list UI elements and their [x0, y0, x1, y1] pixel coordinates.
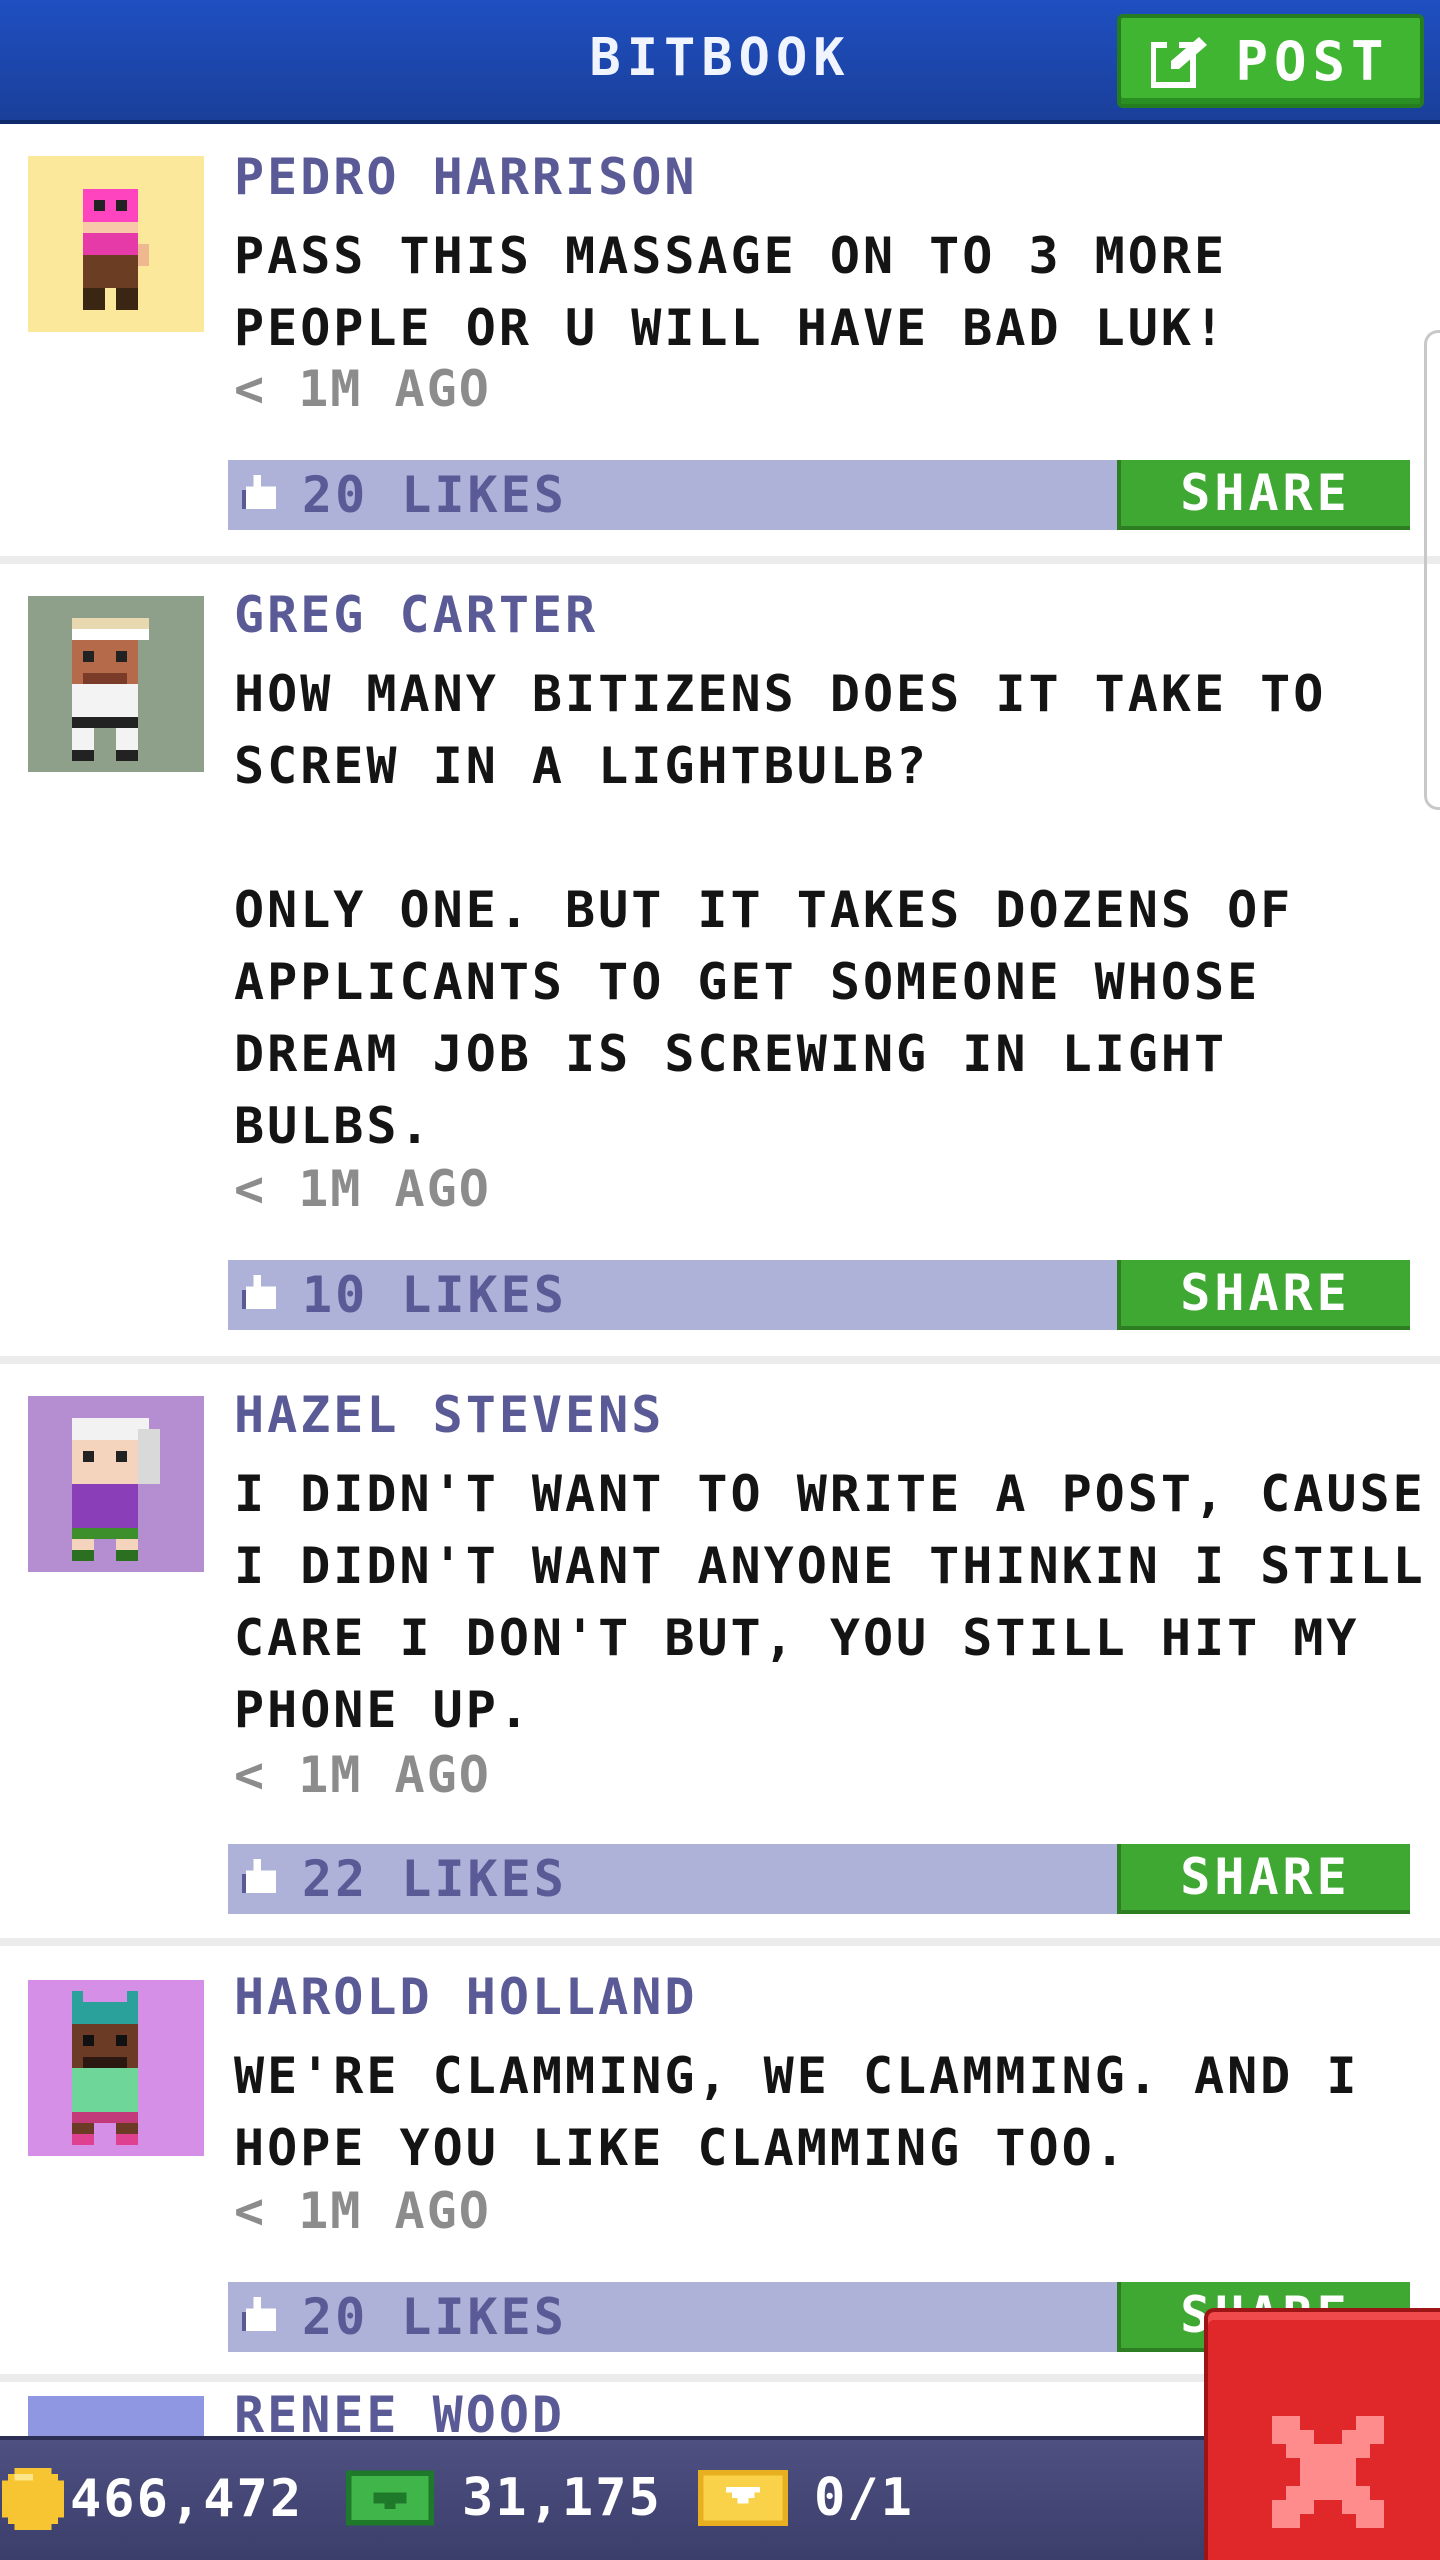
avatar-harold-icon: [72, 1991, 138, 2145]
bux-stat: 31,175: [346, 2468, 662, 2528]
tickets-value: 0/1: [814, 2468, 914, 2528]
likes-count: 20 LIKES: [302, 2288, 567, 2346]
scroll-indicator[interactable]: [1424, 330, 1440, 810]
avatar-greg-icon: [72, 618, 149, 761]
compose-icon: [1151, 37, 1208, 88]
post-text: HOW MANY BITIZENS DOES IT TAKE TO SCREW …: [234, 665, 1327, 1155]
ticket-icon: [698, 2469, 788, 2527]
avatar[interactable]: [28, 1396, 204, 1572]
post-time: < 1M AGO: [234, 2182, 491, 2240]
feed-post: GREG CARTER HOW MANY BITIZENS DOES IT TA…: [0, 564, 1440, 1364]
feed[interactable]: PEDRO HARRISON PASS THIS MASSAGE ON TO 3…: [0, 128, 1440, 2560]
thumbs-up-icon: [242, 475, 277, 510]
post-author[interactable]: HAZEL STEVENS: [234, 1386, 664, 1444]
post-text: I DIDN'T WANT TO WRITE A POST, CAUSE I D…: [234, 1465, 1426, 1739]
avatar[interactable]: [28, 156, 204, 332]
coin-icon: [2, 2468, 64, 2530]
app-header: BITBOOK POST: [0, 0, 1440, 124]
post-divider: [0, 1356, 1440, 1364]
avatar-hazel-icon: [72, 1418, 160, 1561]
likes-count: 22 LIKES: [302, 1850, 567, 1908]
likes-count: 20 LIKES: [302, 466, 567, 524]
post-divider: [0, 1938, 1440, 1946]
post-author[interactable]: HAROLD HOLLAND: [234, 1968, 697, 2026]
post-author[interactable]: GREG CARTER: [234, 586, 598, 644]
close-button[interactable]: [1204, 2308, 1440, 2560]
coins-stat: 466,472: [2, 2468, 303, 2530]
post-button-label: POST: [1235, 29, 1390, 93]
bux-value: 31,175: [462, 2468, 662, 2528]
post-time: < 1M AGO: [234, 360, 491, 418]
tickets-stat: 0/1: [698, 2468, 914, 2528]
likes-bar[interactable]: 20 LIKES SHARE: [228, 460, 1410, 530]
share-button[interactable]: SHARE: [1117, 1260, 1410, 1330]
avatar-pedro-icon: [83, 189, 149, 310]
post-divider: [0, 556, 1440, 564]
avatar[interactable]: [28, 596, 204, 772]
likes-count: 10 LIKES: [302, 1266, 567, 1324]
post-time: < 1M AGO: [234, 1160, 491, 1218]
share-button[interactable]: SHARE: [1117, 460, 1410, 530]
post-time: < 1M AGO: [234, 1746, 491, 1804]
share-button[interactable]: SHARE: [1117, 1844, 1410, 1914]
thumbs-up-icon: [242, 2297, 277, 2332]
coins-value: 466,472: [70, 2469, 304, 2529]
thumbs-up-icon: [242, 1275, 277, 1310]
post-button[interactable]: POST: [1117, 14, 1424, 108]
likes-bar[interactable]: 10 LIKES SHARE: [228, 1260, 1410, 1330]
post-text: PASS THIS MASSAGE ON TO 3 MORE PEOPLE OR…: [234, 227, 1228, 357]
avatar[interactable]: [28, 1980, 204, 2156]
thumbs-up-icon: [242, 1859, 277, 1894]
post-author[interactable]: PEDRO HARRISON: [234, 148, 697, 206]
bux-icon: [346, 2470, 434, 2526]
post-text: WE'RE CLAMMING, WE CLAMMING. AND I HOPE …: [234, 2047, 1360, 2177]
close-icon: [1272, 2416, 1384, 2528]
feed-post: PEDRO HARRISON PASS THIS MASSAGE ON TO 3…: [0, 128, 1440, 564]
feed-post: HAZEL STEVENS I DIDN'T WANT TO WRITE A P…: [0, 1364, 1440, 1946]
likes-bar[interactable]: 22 LIKES SHARE: [228, 1844, 1410, 1914]
